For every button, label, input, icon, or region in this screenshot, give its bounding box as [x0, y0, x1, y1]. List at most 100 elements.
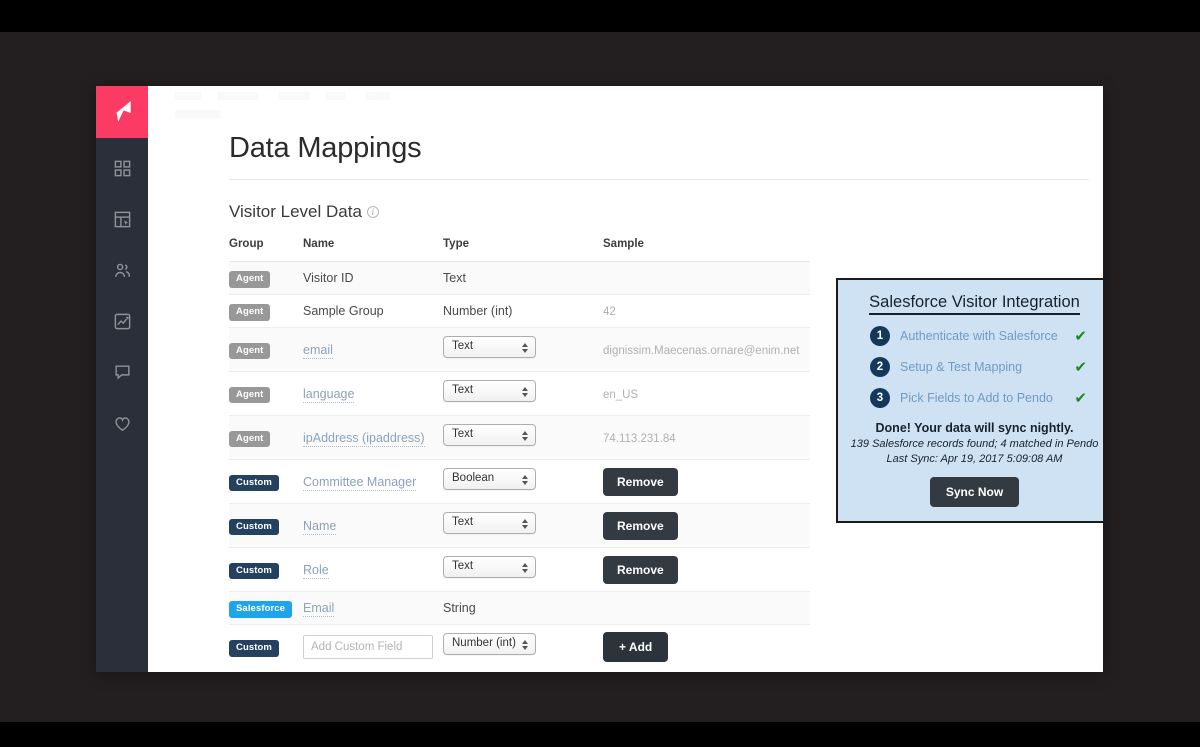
sync-status-text: Done! Your data will sync nightly. [848, 421, 1101, 435]
cell-group: Agent [229, 295, 303, 328]
add-custom-field-input[interactable] [303, 635, 433, 659]
cell-group: Custom [229, 548, 303, 592]
cell-group: Agent [229, 372, 303, 416]
sidebar-item-dashboard[interactable] [96, 147, 148, 189]
salesforce-step-1[interactable]: 1 Authenticate with Salesforce ✔ [870, 326, 1101, 346]
table-row: Agentemail Text dignissim.Maecenas.ornare@… [229, 328, 810, 372]
sidebar-item-visitors[interactable] [96, 249, 148, 291]
sidebar-item-analytics[interactable] [96, 300, 148, 342]
cell-name: Visitor ID [303, 262, 443, 295]
group-badge: Agent [229, 271, 270, 288]
cell-group: Agent [229, 416, 303, 460]
editable-field-name[interactable]: Email [303, 601, 334, 617]
column-header-name: Name [303, 238, 443, 262]
table-row: SalesforceEmailString [229, 592, 810, 625]
cell-group: Agent [229, 328, 303, 372]
cell-sample: 74.113.231.84 [603, 416, 810, 460]
type-select-value: Boolean [452, 472, 494, 484]
salesforce-integration-panel: Salesforce Visitor Integration 1 Authent… [836, 278, 1103, 523]
last-sync-text: Last Sync: Apr 19, 2017 5:09:08 AM [848, 453, 1101, 465]
field-sample: 74.113.231.84 [603, 433, 676, 445]
cell-name: Sample Group [303, 295, 443, 328]
remove-button[interactable]: Remove [603, 468, 678, 496]
type-select[interactable]: Text [443, 380, 536, 402]
step-check-icon-3: ✔ [1074, 389, 1087, 407]
editable-field-name[interactable]: Role [303, 563, 329, 579]
remove-button[interactable]: Remove [603, 556, 678, 584]
cell-name: Name [303, 504, 443, 548]
info-icon[interactable]: i [367, 206, 379, 218]
field-type: Text [443, 271, 466, 285]
column-header-type: Type [443, 238, 603, 262]
salesforce-step-2[interactable]: 2 Setup & Test Mapping ✔ [870, 357, 1101, 377]
group-badge: Custom [229, 640, 279, 657]
records-found-text: 139 Salesforce records found; 4 matched … [848, 438, 1101, 450]
editable-field-name[interactable]: ipAddress (ipaddress) [303, 431, 425, 447]
letterbox-bottom [0, 722, 1200, 747]
editable-field-name[interactable]: email [303, 343, 333, 359]
cell-name: language [303, 372, 443, 416]
section-title: Visitor Level Data [229, 202, 362, 222]
table-header: Group Name Type Sample [229, 238, 810, 262]
cell-type: Text [443, 504, 603, 548]
salesforce-step-3[interactable]: 3 Pick Fields to Add to Pendo ✔ [870, 388, 1101, 408]
remove-button[interactable]: Remove [603, 512, 678, 540]
cell-sample: Remove [603, 548, 810, 592]
table-row: Agent ipAddress (ipaddress) Text 74.113.231… [229, 416, 810, 460]
type-select-value: Text [452, 516, 473, 528]
type-select[interactable]: Number (int) [443, 633, 536, 655]
cell-type: Text [443, 372, 603, 416]
cell-sample: Remove [603, 504, 810, 548]
cell-sample [603, 592, 810, 625]
sidebar-item-guides[interactable] [96, 198, 148, 240]
stepper-arrows-icon [521, 428, 528, 444]
cell-group: Agent [229, 262, 303, 295]
type-select-value: Text [452, 560, 473, 572]
step-check-icon-1: ✔ [1074, 327, 1087, 345]
cell-sample [603, 262, 810, 295]
stepper-arrows-icon [521, 637, 528, 653]
step-number-1: 1 [870, 326, 890, 346]
screenshot-root: Data Mappings Visitor Level Data i Group… [0, 0, 1200, 747]
table-row: CustomName Text Remove [229, 504, 810, 548]
type-select[interactable]: Text [443, 336, 536, 358]
group-badge: Agent [229, 387, 270, 404]
cell-group: Custom [229, 504, 303, 548]
table-row: CustomRole Text Remove [229, 548, 810, 592]
type-select[interactable]: Boolean [443, 468, 536, 490]
cell-name: Email [303, 592, 443, 625]
sidebar-item-feedback[interactable] [96, 351, 148, 393]
table-row: AgentSample GroupNumber (int)42 [229, 295, 810, 328]
add-custom-field-row: Custom Number (int) + Add [229, 625, 810, 669]
editable-field-name[interactable]: Name [303, 519, 336, 535]
type-select[interactable]: Text [443, 556, 536, 578]
type-select-value: Text [452, 340, 473, 352]
cell-type: Number (int) [443, 295, 603, 328]
editable-field-name[interactable]: Committee Manager [303, 475, 416, 491]
table-row: AgentlanguageTexten_US [229, 372, 810, 416]
field-name: Visitor ID [303, 271, 353, 285]
stepper-arrows-icon [521, 472, 528, 488]
cell-name: Role [303, 548, 443, 592]
step-number-2: 2 [870, 357, 890, 377]
sidebar-item-nps[interactable] [96, 402, 148, 444]
step-label-3: Pick Fields to Add to Pendo [900, 391, 1064, 405]
type-select-value: Number (int) [452, 637, 516, 649]
cell-type: Text [443, 548, 603, 592]
editable-field-name[interactable]: language [303, 387, 354, 403]
letterbox-top [0, 0, 1200, 32]
group-badge: Agent [229, 431, 270, 448]
cell-type: String [443, 592, 603, 625]
image-analytics-icon [113, 312, 132, 331]
type-select[interactable]: Text [443, 424, 536, 446]
cell-name: email [303, 328, 443, 372]
cell-sample: + Add [603, 625, 810, 669]
sidebar [96, 86, 148, 672]
type-select[interactable]: Text [443, 512, 536, 534]
sync-now-button[interactable]: Sync Now [930, 477, 1019, 507]
cell-name: Committee Manager [303, 460, 443, 504]
field-sample: dignissim.Maecenas.ornare@enim.net [603, 345, 799, 357]
pendo-logo[interactable] [96, 86, 148, 138]
add-button[interactable]: + Add [603, 632, 668, 662]
step-check-icon-2: ✔ [1074, 358, 1087, 376]
